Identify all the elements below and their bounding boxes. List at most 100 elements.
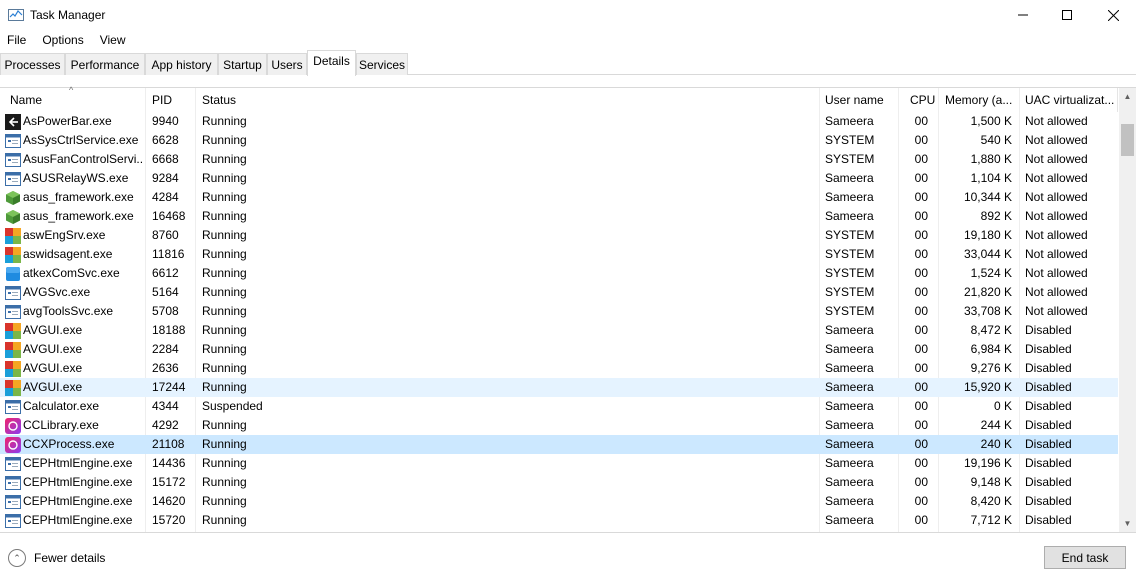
table-row[interactable]: CEPHtmlEngine.exe 15172 Running Sameera 00 9,… (0, 473, 1118, 492)
tab-processes[interactable]: Processes (0, 53, 65, 75)
process-cpu: 00 (914, 285, 928, 299)
process-memory: 1,500 K (970, 114, 1012, 128)
process-cpu: 00 (914, 380, 928, 394)
table-row[interactable]: CEPHtmlEngine.exe 15720 Running Sameera 00 7,… (0, 511, 1118, 530)
column-header-status[interactable]: Status (196, 88, 820, 112)
process-user: Sameera (825, 323, 874, 337)
close-button[interactable] (1090, 0, 1136, 30)
process-uac: Not allowed (1025, 133, 1088, 147)
avg-icon (5, 323, 21, 339)
process-cpu: 00 (914, 247, 928, 261)
avg-icon (5, 380, 21, 396)
process-uac: Disabled (1025, 323, 1072, 337)
process-memory: 19,180 K (963, 228, 1012, 242)
tab-startup[interactable]: Startup (218, 53, 267, 75)
process-pid: 15172 (152, 475, 186, 489)
window-title: Task Manager (30, 8, 106, 22)
table-row[interactable]: CEPHtmlEngine.exe 14436 Running Sameera 00 19… (0, 454, 1118, 473)
process-pid: 4344 (152, 399, 179, 413)
table-row[interactable]: avgToolsSvc.exe 5708 Running SYSTEM 00 33,708… (0, 302, 1118, 321)
table-row[interactable]: AsusFanControlServi... 6668 Running SYSTEM 0… (0, 150, 1118, 169)
column-header-memory[interactable]: Memory (a... (939, 88, 1020, 112)
tab-performance[interactable]: Performance (65, 53, 145, 75)
process-memory: 8,420 K (970, 494, 1012, 508)
table-row[interactable]: AVGSvc.exe 5164 Running SYSTEM 00 21,820 K Not… (0, 283, 1118, 302)
table-row[interactable]: CEPHtmlEngine.exe 14620 Running Sameera 00 8,… (0, 492, 1118, 511)
process-pid: 17244 (152, 380, 186, 394)
scroll-up-arrow-icon[interactable]: ▲ (1119, 88, 1136, 105)
process-user: Sameera (825, 114, 874, 128)
process-pid: 21108 (152, 437, 185, 451)
process-name: AVGUI.exe (23, 323, 83, 337)
process-pid: 4292 (152, 418, 179, 432)
process-cpu: 00 (914, 228, 928, 242)
process-memory: 1,880 K (970, 152, 1012, 166)
process-user: SYSTEM (825, 304, 875, 318)
process-cpu: 00 (914, 190, 928, 204)
process-name: aswidsagent.exe (23, 247, 113, 261)
process-name: avgToolsSvc.exe (23, 304, 114, 318)
table-row[interactable]: CCXProcess.exe 21108 Running Sameera 00 240 K… (0, 435, 1118, 454)
process-name: CEPHtmlEngine.exe (23, 475, 133, 489)
process-status: Running (202, 475, 247, 489)
window-app-icon (5, 494, 21, 510)
table-row[interactable]: atkexComSvc.exe 6612 Running SYSTEM 00 1,524 … (0, 264, 1118, 283)
table-row[interactable]: AsSysCtrlService.exe 6628 Running SYSTEM 00 5… (0, 131, 1118, 150)
menu-view[interactable]: View (92, 31, 134, 49)
process-uac: Not allowed (1025, 114, 1088, 128)
process-user: SYSTEM (825, 266, 875, 280)
fewer-details-toggle[interactable]: ⌃ Fewer details (8, 549, 105, 567)
menu-options[interactable]: Options (34, 31, 91, 49)
table-row[interactable]: asus_framework.exe 4284 Running Sameera 00 10… (0, 188, 1118, 207)
process-status: Running (202, 133, 247, 147)
process-status: Running (202, 437, 247, 451)
maximize-button[interactable] (1044, 0, 1090, 30)
column-header-user-name[interactable]: User name (820, 88, 899, 112)
table-row[interactable]: aswidsagent.exe 11816 Running SYSTEM 00 33,04… (0, 245, 1118, 264)
tab-services[interactable]: Services (356, 53, 408, 75)
process-status: Running (202, 456, 247, 470)
process-name: asus_framework.exe (23, 190, 134, 204)
column-header-pid[interactable]: PID (146, 88, 196, 112)
table-row[interactable]: AVGUI.exe 18188 Running Sameera 00 8,472 K Dis… (0, 321, 1118, 340)
process-user: Sameera (825, 342, 874, 356)
process-user: Sameera (825, 171, 874, 185)
tab-details[interactable]: Details (307, 50, 356, 76)
tab-app-history[interactable]: App history (145, 53, 218, 75)
process-status: Running (202, 209, 247, 223)
table-row[interactable]: asus_framework.exe 16468 Running Sameera 00 8… (0, 207, 1118, 226)
process-name: AVGSvc.exe (23, 285, 91, 299)
table-row[interactable]: AsPowerBar.exe 9940 Running Sameera 00 1,500 … (0, 112, 1118, 131)
scroll-thumb[interactable] (1121, 124, 1134, 156)
table-row[interactable]: aswEngSrv.exe 8760 Running SYSTEM 00 19,180 K… (0, 226, 1118, 245)
tab-users[interactable]: Users (267, 53, 307, 75)
process-memory: 33,708 K (963, 304, 1012, 318)
scroll-down-arrow-icon[interactable]: ▼ (1119, 515, 1136, 532)
menu-bar: File Options View (0, 31, 134, 49)
window-app-icon (5, 475, 21, 491)
process-user: Sameera (825, 380, 874, 394)
menu-file[interactable]: File (0, 31, 34, 49)
table-row[interactable]: CCLibrary.exe 4292 Running Sameera 00 244 K Di… (0, 416, 1118, 435)
minimize-button[interactable] (1000, 0, 1046, 30)
process-cpu: 00 (914, 418, 928, 432)
table-row[interactable]: ASUSRelayWS.exe 9284 Running Sameera 00 1,104… (0, 169, 1118, 188)
table-row[interactable]: AVGUI.exe 2284 Running Sameera 00 6,984 K Disa… (0, 340, 1118, 359)
end-task-button[interactable]: End task (1044, 546, 1126, 569)
process-cpu: 00 (914, 494, 928, 508)
process-name: CEPHtmlEngine.exe (23, 513, 133, 527)
column-header-uac[interactable]: UAC virtualizat... (1020, 88, 1118, 112)
vertical-scrollbar[interactable]: ▲ ▼ (1119, 88, 1136, 532)
window-app-icon (5, 285, 21, 301)
process-pid: 4284 (152, 190, 179, 204)
process-user: Sameera (825, 190, 874, 204)
table-row[interactable]: AVGUI.exe 17244 Running Sameera 00 15,920 K Di… (0, 378, 1118, 397)
process-status: Running (202, 266, 247, 280)
column-header-cpu[interactable]: CPU (899, 88, 939, 112)
process-user: Sameera (825, 399, 874, 413)
minimize-icon (1018, 14, 1028, 16)
process-cpu: 00 (914, 152, 928, 166)
table-row[interactable]: Calculator.exe 4344 Suspended Sameera 00 0 K D… (0, 397, 1118, 416)
window-app-icon (5, 456, 21, 472)
table-row[interactable]: AVGUI.exe 2636 Running Sameera 00 9,276 K Disa… (0, 359, 1118, 378)
